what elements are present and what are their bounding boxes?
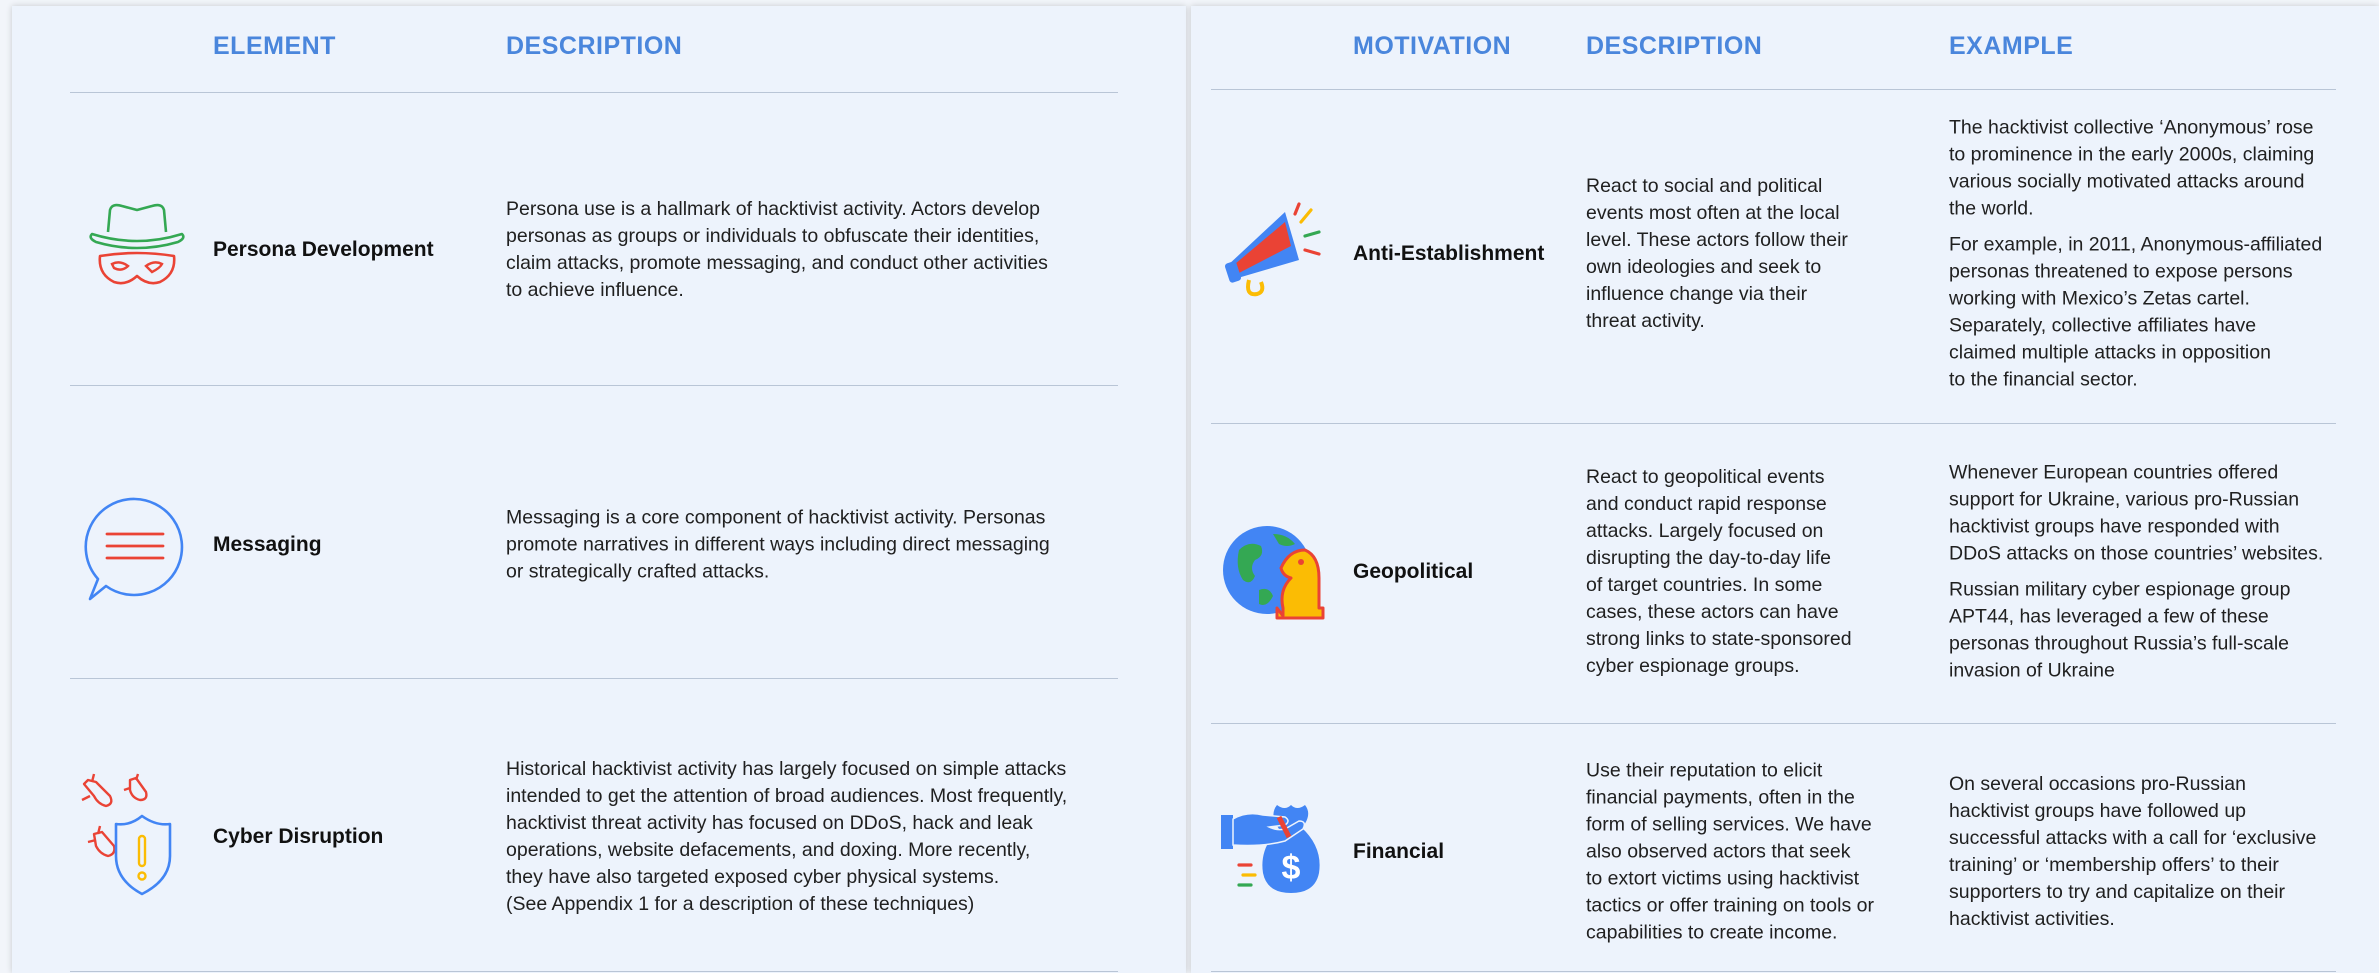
divider bbox=[70, 92, 1118, 93]
hat-mask-icon bbox=[89, 203, 185, 285]
megaphone-icon bbox=[1224, 202, 1321, 297]
svg-text:$: $ bbox=[1282, 849, 1301, 887]
row-description: Use their reputation to elicit financial… bbox=[1586, 759, 1874, 944]
rockets-shield-icon bbox=[81, 773, 172, 896]
row-description: Messaging is a core component of hacktiv… bbox=[506, 506, 1050, 583]
divider bbox=[1211, 723, 2336, 724]
row-example: Whenever European countries offered supp… bbox=[1949, 460, 2323, 685]
row-label: Financial bbox=[1353, 840, 1445, 863]
row-label: Persona Development bbox=[213, 238, 434, 261]
row-description: Historical hacktivist activity has large… bbox=[506, 758, 1068, 915]
row-label: Cyber Disruption bbox=[213, 825, 384, 848]
row-label: Geopolitical bbox=[1353, 560, 1474, 583]
row-description: React to social and political events mos… bbox=[1586, 175, 1848, 332]
header-motivation: MOTIVATION bbox=[1353, 32, 1512, 60]
divider bbox=[1211, 89, 2336, 90]
row-label: Messaging bbox=[213, 533, 322, 556]
header-description: DESCRIPTION bbox=[506, 32, 683, 60]
speech-bubble-icon bbox=[84, 497, 184, 601]
header-description: DESCRIPTION bbox=[1586, 32, 1763, 60]
example-paragraph: Whenever European countries offered supp… bbox=[1949, 461, 2324, 565]
row-label: Anti-Establishment bbox=[1353, 242, 1545, 265]
example-paragraph: On several occasions pro-Russian hacktiv… bbox=[1949, 773, 2317, 930]
divider bbox=[1211, 971, 2336, 972]
row-example: On several occasions pro-Russian hacktiv… bbox=[1949, 771, 2316, 933]
row-example: The hacktivist collective ‘Anonymous’ ro… bbox=[1949, 115, 2322, 394]
hand-money-bag-icon: $ bbox=[1221, 805, 1320, 893]
row-description: Persona use is a hallmark of hacktivist … bbox=[506, 198, 1048, 301]
header-example: EXAMPLE bbox=[1949, 32, 2074, 60]
divider bbox=[70, 678, 1118, 679]
example-paragraph: For example, in 2011, Anonymous-affiliat… bbox=[1949, 233, 2323, 391]
row-description: React to geopolitical events and conduct… bbox=[1586, 466, 1852, 677]
divider bbox=[70, 385, 1118, 386]
example-paragraph: The hacktivist collective ‘Anonymous’ ro… bbox=[1949, 116, 2315, 220]
globe-chess-knight-icon bbox=[1223, 526, 1325, 620]
divider bbox=[70, 971, 1118, 972]
divider bbox=[1211, 423, 2336, 424]
example-paragraph: Russian military cyber espionage group A… bbox=[1949, 578, 2291, 682]
elements-table-panel: ELEMENT DESCRIPTION Persona Development … bbox=[12, 6, 1186, 973]
motivations-table-panel: MOTIVATION DESCRIPTION EXAMPLE Anti-Esta… bbox=[1191, 6, 2379, 973]
header-element: ELEMENT bbox=[213, 32, 336, 60]
